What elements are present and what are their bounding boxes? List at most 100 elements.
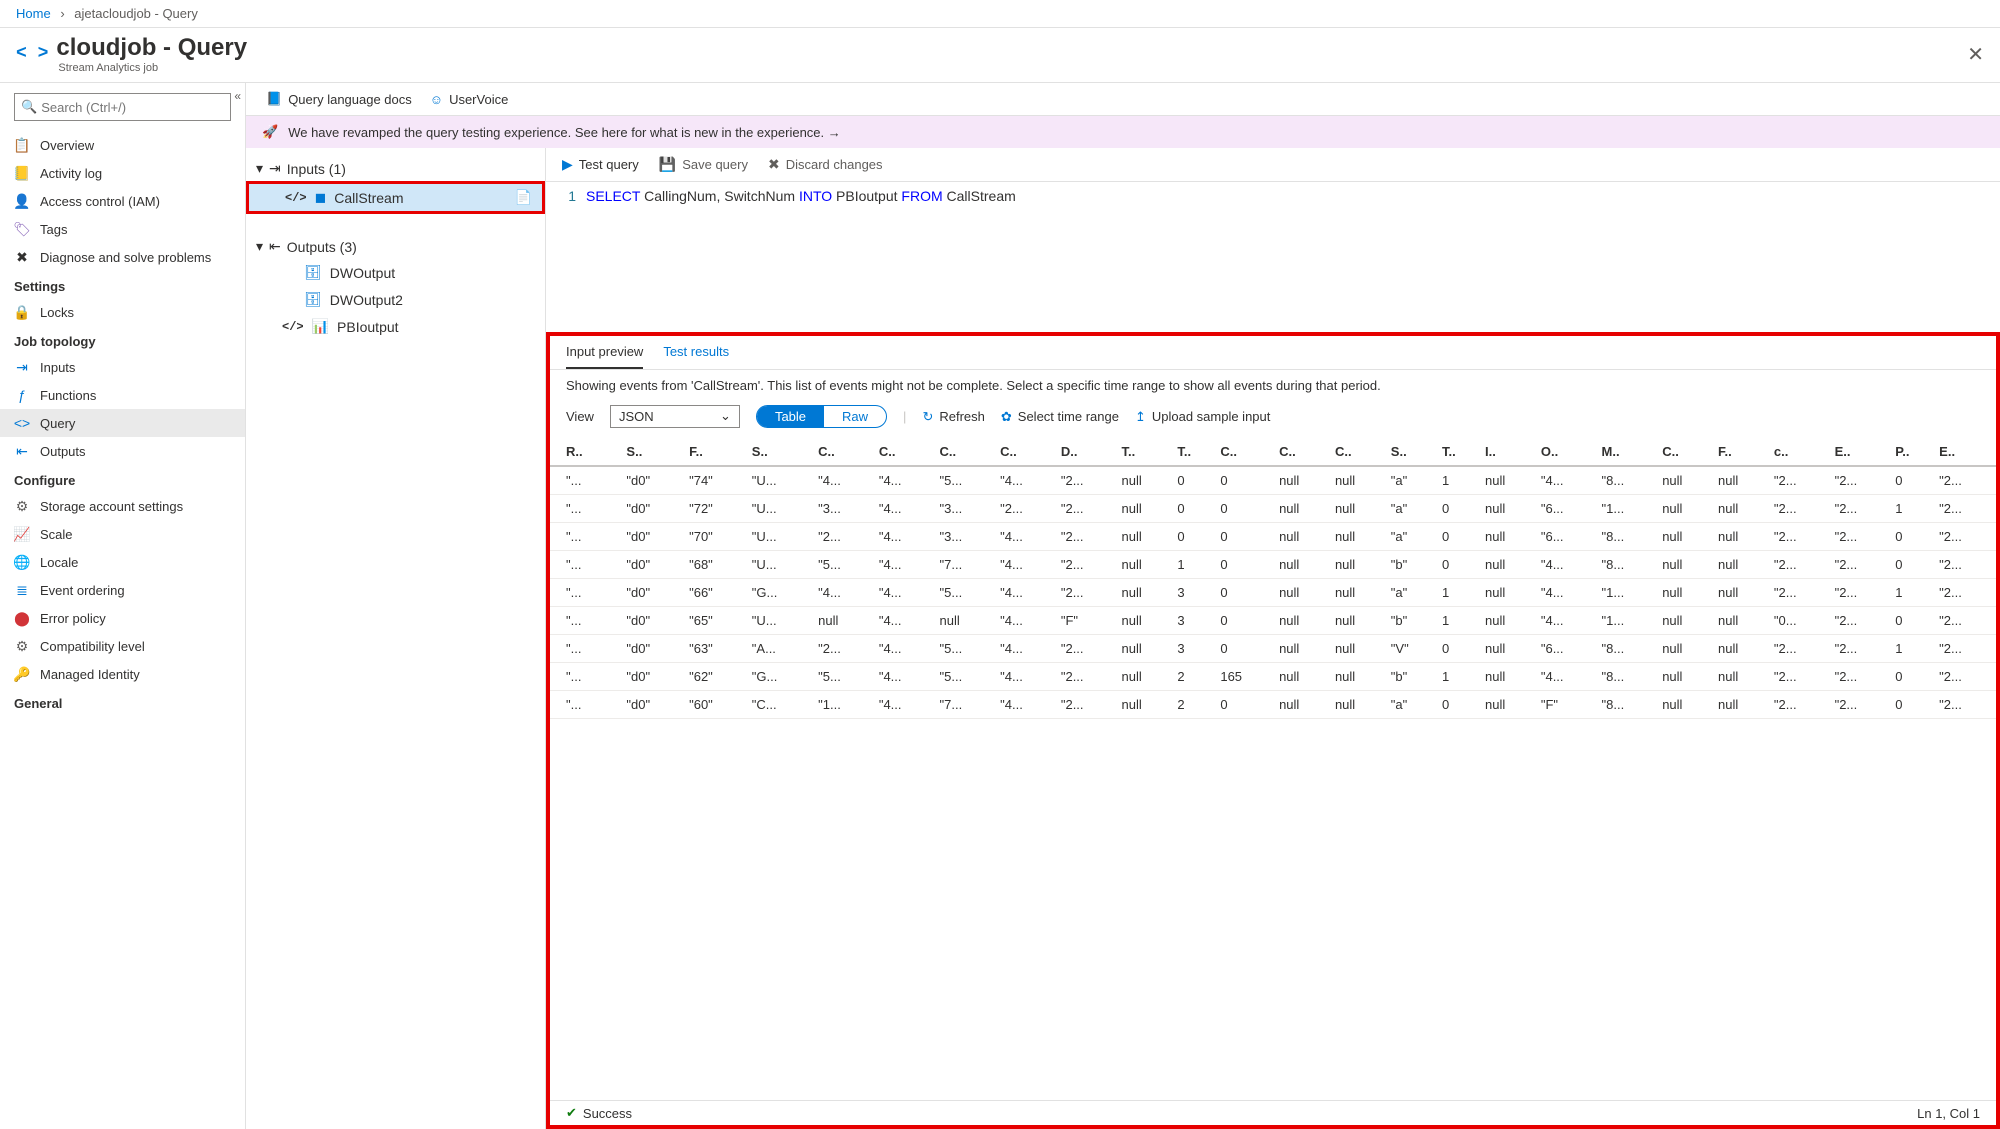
- table-cell: null: [1714, 523, 1770, 551]
- sidebar-item-access-control-iam-[interactable]: 👤Access control (IAM): [0, 187, 245, 215]
- table-cell: "5...: [936, 579, 997, 607]
- table-cell: 0: [1216, 551, 1275, 579]
- sidebar-item-diagnose-and-solve-problems[interactable]: ✖Diagnose and solve problems: [0, 243, 245, 271]
- code-line[interactable]: SELECT CallingNum, SwitchNum INTO PBIout…: [586, 188, 1016, 326]
- table-header[interactable]: I..: [1481, 438, 1537, 466]
- table-header[interactable]: F..: [1714, 438, 1770, 466]
- table-row[interactable]: "..."d0""72""U..."3..."4..."3..."2..."2.…: [550, 495, 1996, 523]
- view-mode-toggle[interactable]: Table Raw: [756, 405, 887, 428]
- sidebar-item-inputs[interactable]: ⇥Inputs: [0, 353, 245, 381]
- sidebar-item-overview[interactable]: 📋Overview: [0, 131, 245, 159]
- sidebar-item-query[interactable]: <>Query: [0, 409, 245, 437]
- info-banner[interactable]: 🚀 We have revamped the query testing exp…: [246, 116, 2000, 148]
- table-header[interactable]: T..: [1118, 438, 1174, 466]
- sidebar-item-locale[interactable]: 🌐Locale: [0, 548, 245, 576]
- table-header[interactable]: E..: [1935, 438, 1996, 466]
- table-header[interactable]: D..: [1057, 438, 1118, 466]
- table-row[interactable]: "..."d0""62""G..."5..."4..."5..."4..."2.…: [550, 663, 1996, 691]
- discard-button[interactable]: ✖ Discard changes: [768, 156, 883, 173]
- upload-button[interactable]: ↥Upload sample input: [1135, 409, 1270, 425]
- document-icon[interactable]: 📄: [515, 189, 532, 206]
- time-range-button[interactable]: ✿Select time range: [1001, 409, 1119, 425]
- save-query-button[interactable]: 💾 Save query: [659, 156, 748, 173]
- sidebar-item-scale[interactable]: 📈Scale: [0, 520, 245, 548]
- close-icon[interactable]: ✕: [1967, 42, 1984, 67]
- table-cell: null: [1118, 663, 1174, 691]
- query-docs-link[interactable]: 📘 Query language docs: [266, 91, 412, 107]
- table-header[interactable]: C..: [996, 438, 1057, 466]
- breadcrumb-home[interactable]: Home: [16, 6, 51, 21]
- collapse-sidebar-icon[interactable]: «: [234, 89, 241, 103]
- table-header[interactable]: C..: [1331, 438, 1387, 466]
- table-header[interactable]: R..: [550, 438, 622, 466]
- tree-item-pbioutput[interactable]: </>📊PBIoutput: [246, 313, 545, 340]
- tree-item-dwoutput2[interactable]: 🗄DWOutput2: [246, 286, 545, 313]
- sidebar-item-event-ordering[interactable]: ≣Event ordering: [0, 576, 245, 604]
- table-header[interactable]: T..: [1438, 438, 1481, 466]
- table-header[interactable]: P..: [1891, 438, 1935, 466]
- upload-label: Upload sample input: [1152, 409, 1271, 424]
- table-row[interactable]: "..."d0""74""U..."4..."4..."5..."4..."2.…: [550, 466, 1996, 495]
- code-editor[interactable]: 1 SELECT CallingNum, SwitchNum INTO PBIo…: [546, 182, 2000, 332]
- table-cell: null: [1481, 635, 1537, 663]
- test-query-button[interactable]: ▶ Test query: [562, 156, 639, 173]
- uservoice-link[interactable]: ☺ UserVoice: [430, 92, 509, 107]
- table-cell: "65": [685, 607, 748, 635]
- table-header[interactable]: S..: [748, 438, 814, 466]
- sidebar-item-storage-account-settings[interactable]: ⚙Storage account settings: [0, 492, 245, 520]
- data-table-wrap[interactable]: R..S..F..S..C..C..C..C..D..T..T..C..C..C…: [550, 438, 1996, 1100]
- inputs-icon: ⇥: [269, 160, 281, 177]
- search-input-wrap[interactable]: 🔍: [14, 93, 231, 121]
- tree-item-callstream[interactable]: </> ◼ CallStream 📄: [246, 181, 545, 214]
- toggle-table[interactable]: Table: [757, 406, 824, 427]
- table-header[interactable]: C..: [936, 438, 997, 466]
- table-header[interactable]: C..: [1658, 438, 1714, 466]
- sidebar-item-managed-identity[interactable]: 🔑Managed Identity: [0, 660, 245, 688]
- sidebar-item-activity-log[interactable]: 📒Activity log: [0, 159, 245, 187]
- sidebar-item-functions[interactable]: ƒFunctions: [0, 381, 245, 409]
- search-input[interactable]: [41, 100, 224, 115]
- refresh-button[interactable]: ↻Refresh: [922, 409, 984, 425]
- table-header[interactable]: C..: [1216, 438, 1275, 466]
- table-cell: null: [1481, 691, 1537, 719]
- table-header[interactable]: C..: [875, 438, 936, 466]
- nav-icon: 🔑: [14, 666, 30, 682]
- nav-icon: ⇤: [14, 443, 30, 459]
- inputs-group[interactable]: ▾ ⇥ Inputs (1): [246, 156, 545, 181]
- tab-input-preview[interactable]: Input preview: [566, 344, 643, 369]
- sidebar-item-outputs[interactable]: ⇤Outputs: [0, 437, 245, 465]
- table-cell: "V": [1387, 635, 1438, 663]
- table-header[interactable]: S..: [1387, 438, 1438, 466]
- search-icon: 🔍: [21, 99, 37, 115]
- table-header[interactable]: C..: [1275, 438, 1331, 466]
- save-query-label: Save query: [682, 157, 748, 172]
- table-header[interactable]: M..: [1598, 438, 1659, 466]
- table-header[interactable]: C..: [814, 438, 875, 466]
- table-row[interactable]: "..."d0""63""A..."2..."4..."5..."4..."2.…: [550, 635, 1996, 663]
- table-row[interactable]: "..."d0""70""U..."2..."4..."3..."4..."2.…: [550, 523, 1996, 551]
- table-header[interactable]: c..: [1770, 438, 1831, 466]
- sidebar-item-tags[interactable]: 🏷Tags: [0, 215, 245, 243]
- sidebar-item-error-policy[interactable]: ⬤Error policy: [0, 604, 245, 632]
- tab-test-results[interactable]: Test results: [663, 344, 729, 369]
- table-cell: "C...: [748, 691, 814, 719]
- table-row[interactable]: "..."d0""66""G..."4..."4..."5..."4..."2.…: [550, 579, 1996, 607]
- table-cell: null: [1118, 495, 1174, 523]
- tree-item-dwoutput[interactable]: 🗄DWOutput: [246, 259, 545, 286]
- table-header[interactable]: E..: [1831, 438, 1892, 466]
- view-format-select[interactable]: JSON: [610, 405, 740, 428]
- table-row[interactable]: "..."d0""65""U...null"4...null"4..."F"nu…: [550, 607, 1996, 635]
- sidebar-item-locks[interactable]: 🔒Locks: [0, 298, 245, 326]
- table-header[interactable]: F..: [685, 438, 748, 466]
- toggle-raw[interactable]: Raw: [824, 406, 886, 427]
- table-header[interactable]: T..: [1173, 438, 1216, 466]
- table-row[interactable]: "..."d0""60""C..."1..."4..."7..."4..."2.…: [550, 691, 1996, 719]
- table-cell: "...: [550, 691, 622, 719]
- table-header[interactable]: S..: [622, 438, 685, 466]
- nav-label: Diagnose and solve problems: [40, 250, 211, 265]
- table-cell: 0: [1216, 607, 1275, 635]
- table-row[interactable]: "..."d0""68""U..."5..."4..."7..."4..."2.…: [550, 551, 1996, 579]
- outputs-group[interactable]: ▾ ⇤ Outputs (3): [246, 234, 545, 259]
- table-header[interactable]: O..: [1537, 438, 1598, 466]
- sidebar-item-compatibility-level[interactable]: ⚙Compatibility level: [0, 632, 245, 660]
